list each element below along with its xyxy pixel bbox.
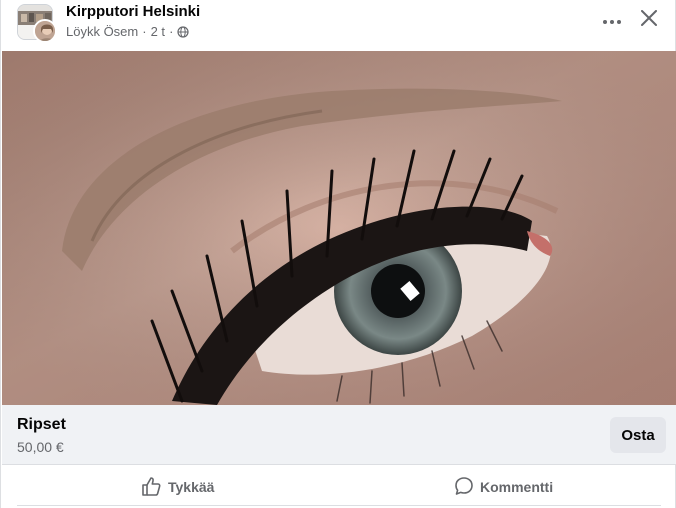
close-x-icon (641, 9, 657, 31)
avatar-stack[interactable] (17, 4, 57, 44)
like-button[interactable]: Tykkää (140, 470, 214, 504)
globe-icon (177, 25, 190, 38)
comment-bubble-icon (454, 476, 474, 499)
comment-button[interactable]: Kommentti (454, 470, 553, 504)
thumbs-up-icon (140, 475, 162, 500)
listing-photo[interactable] (2, 51, 676, 405)
post-actions: Tykkää Kommentti (2, 466, 676, 506)
post-header: Kirpputori Helsinki Löykk Ösem · 2 t · (1, 0, 675, 50)
user-avatar[interactable] (33, 19, 57, 43)
comment-label: Kommentti (480, 479, 554, 495)
author-name-link[interactable]: Löykk Ösem (66, 24, 138, 39)
post-timestamp[interactable]: 2 t (151, 24, 165, 39)
listing-price: 50,00 € (17, 439, 64, 455)
more-horizontal-icon (602, 12, 622, 30)
close-button[interactable] (634, 5, 664, 35)
listing-title[interactable]: Ripset (17, 416, 66, 434)
marketplace-post-card: Kirpputori Helsinki Löykk Ösem · 2 t · R… (0, 0, 676, 508)
group-name-link[interactable]: Kirpputori Helsinki (66, 3, 200, 20)
listing-info-bar: Ripset 50,00 € Osta (2, 405, 676, 465)
meta-separator: · (169, 24, 174, 39)
meta-separator: · (142, 24, 147, 39)
divider (17, 505, 661, 506)
buy-button[interactable]: Osta (610, 417, 666, 453)
like-label: Tykkää (168, 479, 215, 495)
post-meta: Löykk Ösem · 2 t · (66, 24, 190, 39)
more-options-button[interactable] (598, 7, 626, 35)
